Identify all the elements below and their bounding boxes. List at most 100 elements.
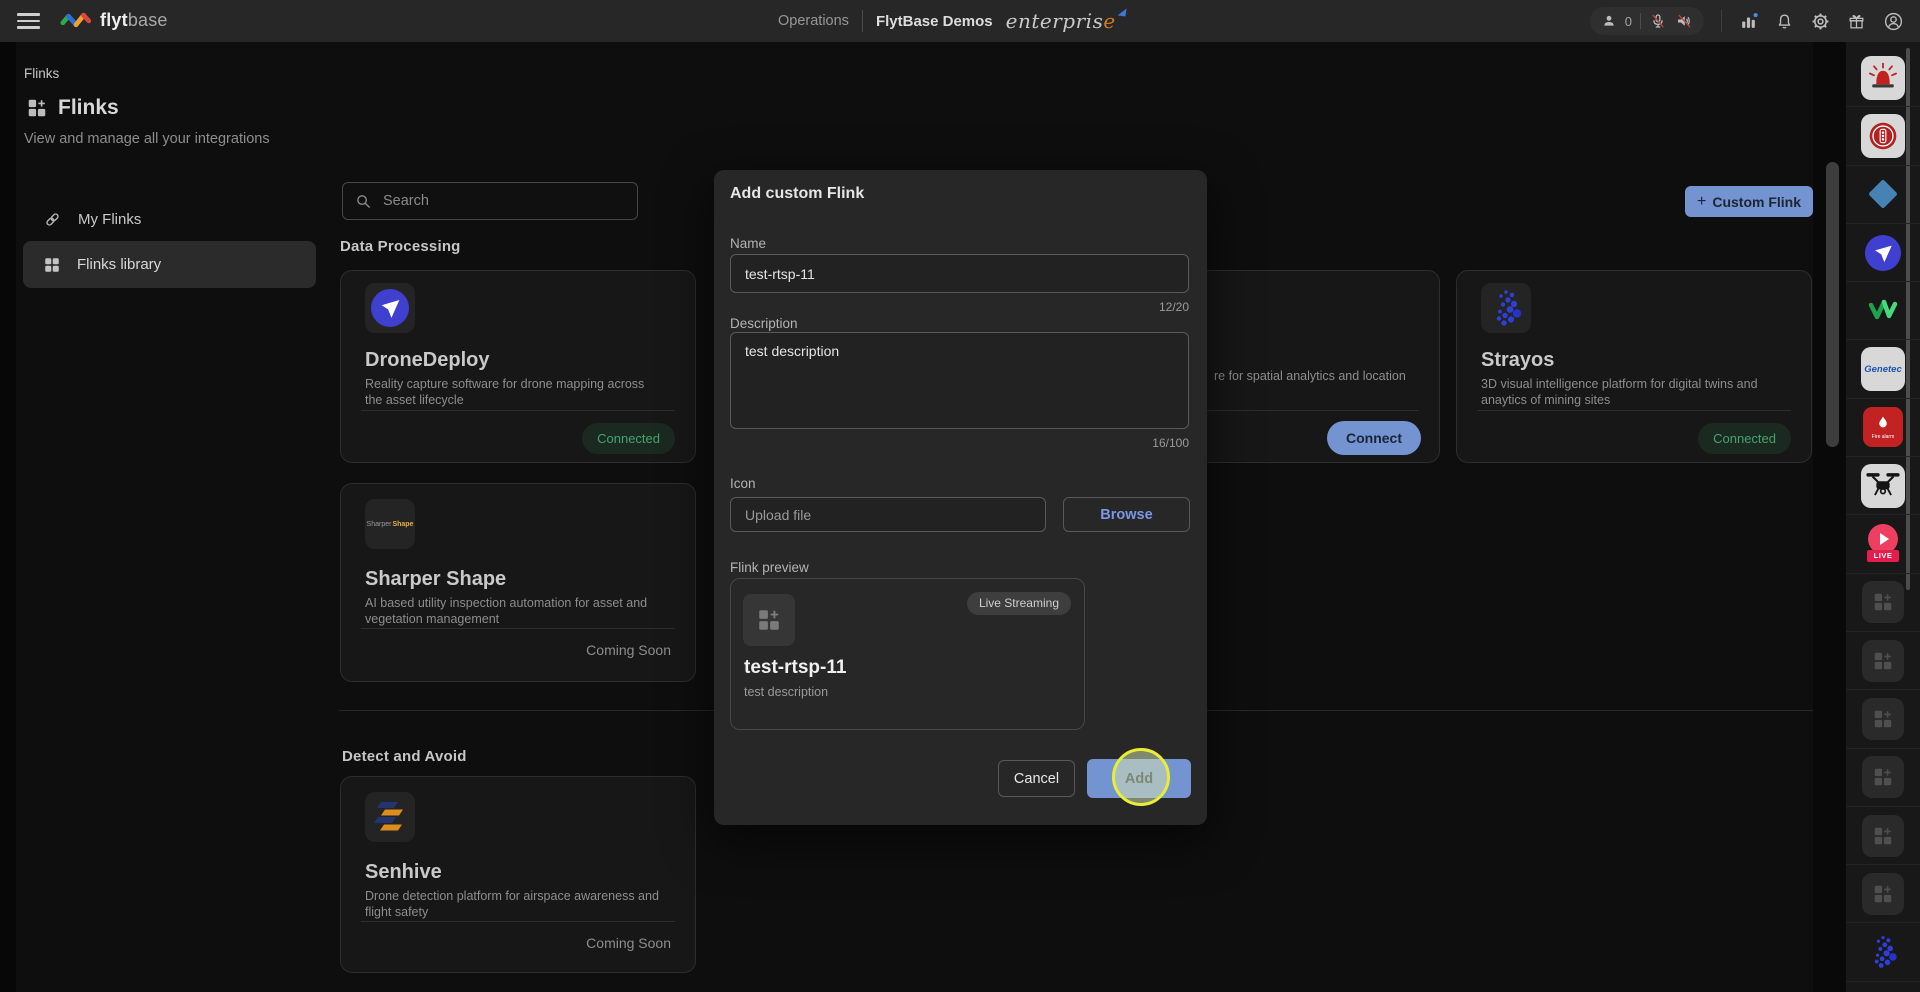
left-edge xyxy=(0,42,16,992)
dronedeploy-arrow-icon xyxy=(1869,239,1897,267)
activity-stats-icon[interactable] xyxy=(1739,12,1758,31)
card-description: 3D visual intelligence platform for digi… xyxy=(1481,376,1781,408)
card-title: DroneDeploy xyxy=(365,349,489,372)
app-icon-diamond[interactable] xyxy=(1846,166,1920,224)
description-field[interactable]: test description xyxy=(730,332,1189,429)
app-icon-drone[interactable] xyxy=(1846,457,1920,515)
cancel-button[interactable]: Cancel xyxy=(998,760,1075,797)
session-status-pill[interactable]: 0 xyxy=(1590,7,1704,35)
card-description-fragment: re for spatial analytics and location xyxy=(1214,369,1406,383)
menu-icon[interactable] xyxy=(17,13,40,29)
breadcrumb[interactable]: Flinks xyxy=(24,66,59,81)
plan-badge: enterprise xyxy=(1006,9,1127,33)
app-icon-live-stream[interactable]: LIVE xyxy=(1846,515,1920,573)
speaker-off-icon[interactable] xyxy=(1675,12,1693,30)
grid-plus-icon xyxy=(1872,591,1894,613)
quadcopter-icon xyxy=(1864,467,1902,505)
org-name[interactable]: FlytBase Demos xyxy=(876,13,993,30)
senhive-s-icon xyxy=(370,797,410,837)
app-icon-custom-placeholder[interactable] xyxy=(1846,574,1920,632)
brand-name: flytbase xyxy=(100,10,168,31)
browse-button[interactable]: Browse xyxy=(1063,497,1190,532)
dronedeploy-arrow-icon xyxy=(375,293,405,323)
search-box xyxy=(342,182,638,220)
flytbase-logo-icon xyxy=(60,8,94,32)
profile-avatar-icon[interactable] xyxy=(1883,11,1904,32)
name-field[interactable] xyxy=(730,254,1189,293)
description-char-counter: 16/100 xyxy=(1152,436,1189,450)
mic-off-icon[interactable] xyxy=(1649,12,1667,30)
preview-category-badge: Live Streaming xyxy=(967,592,1071,615)
app-icon-custom-placeholder[interactable] xyxy=(1846,690,1920,748)
app-icon-dronedeploy[interactable] xyxy=(1846,224,1920,282)
siren-icon xyxy=(1865,60,1901,96)
notifications-bell-icon[interactable] xyxy=(1775,12,1794,31)
main-scrollbar-thumb[interactable] xyxy=(1826,162,1839,447)
card-senhive[interactable]: Senhive Drone detection platform for air… xyxy=(340,776,696,973)
nav-separator xyxy=(1721,10,1722,32)
app-icon-green-logo[interactable] xyxy=(1846,282,1920,340)
grid-plus-icon xyxy=(1872,825,1894,847)
status-text: Coming Soon xyxy=(586,935,671,951)
section-heading-detect-avoid: Detect and Avoid xyxy=(342,748,467,765)
brand-logo[interactable]: flytbase xyxy=(60,8,168,32)
app-icon-strayos[interactable] xyxy=(1846,923,1920,981)
senhive-logo xyxy=(365,792,415,842)
settings-gear-icon[interactable] xyxy=(1811,12,1830,31)
genetec-logo-text: Genetec xyxy=(1864,364,1902,375)
card-description: Reality capture software for drone mappi… xyxy=(365,376,665,408)
grid-plus-icon xyxy=(756,607,782,633)
status-badge: Connected xyxy=(582,423,675,454)
nav-context-label[interactable]: Operations xyxy=(778,13,849,29)
app-root: flytbase Operations FlytBase Demos enter… xyxy=(0,0,1920,992)
viewers-icon xyxy=(1601,13,1617,29)
section-heading-data-processing: Data Processing xyxy=(340,238,461,255)
link-icon xyxy=(43,210,62,229)
card-title: Strayos xyxy=(1481,349,1554,372)
app-icon-custom-placeholder[interactable] xyxy=(1846,865,1920,923)
sidebar-item-flinks-library[interactable]: Flinks library xyxy=(23,241,316,288)
dronedeploy-logo xyxy=(365,283,415,333)
page-subtitle: View and manage all your integrations xyxy=(24,131,270,147)
card-strayos[interactable]: Strayos 3D visual intelligence platform … xyxy=(1456,270,1812,463)
sidebar-item-label: Flinks library xyxy=(77,256,161,273)
search-input[interactable] xyxy=(383,193,625,209)
sidebar-item-label: My Flinks xyxy=(78,211,141,228)
app-icon-fire-alarm[interactable]: Fire alarm xyxy=(1846,399,1920,457)
name-char-counter: 12/20 xyxy=(1159,300,1189,314)
app-icon-traffic-control[interactable] xyxy=(1846,107,1920,165)
live-label: LIVE xyxy=(1867,550,1899,562)
nav-actions: 0 xyxy=(1590,0,1904,42)
card-dronedeploy[interactable]: DroneDeploy Reality capture software for… xyxy=(340,270,696,463)
status-text: Coming Soon xyxy=(586,642,671,658)
status-badge: Connected xyxy=(1698,423,1791,454)
custom-flink-button[interactable]: + Custom Flink xyxy=(1685,186,1813,217)
modal-title: Add custom Flink xyxy=(730,185,864,203)
sharper-shape-logo: SharperShape xyxy=(365,499,415,549)
fire-alarm-label: Fire alarm xyxy=(1872,434,1895,440)
sidebar-item-my-flinks[interactable]: My Flinks xyxy=(23,196,316,243)
name-label: Name xyxy=(730,236,766,251)
whats-new-gift-icon[interactable] xyxy=(1847,12,1866,31)
card-description: AI based utility inspection automation f… xyxy=(365,595,665,627)
viewer-count: 0 xyxy=(1625,14,1632,29)
app-icon-custom-placeholder[interactable] xyxy=(1846,749,1920,807)
app-icon-custom-placeholder[interactable] xyxy=(1846,632,1920,690)
app-icon-siren[interactable] xyxy=(1846,49,1920,107)
add-custom-flink-modal: Add custom Flink Name 12/20 Description … xyxy=(714,170,1207,825)
grid-plus-icon xyxy=(1872,883,1894,905)
top-navbar: flytbase Operations FlytBase Demos enter… xyxy=(0,0,1920,42)
upload-file-field[interactable] xyxy=(730,497,1046,532)
flink-preview-label: Flink preview xyxy=(730,560,809,575)
app-icon-custom-placeholder[interactable] xyxy=(1846,807,1920,865)
add-button[interactable]: Add xyxy=(1087,759,1191,798)
card-title: Sharper Shape xyxy=(365,568,506,591)
preview-description: test description xyxy=(744,685,828,699)
traffic-light-icon xyxy=(1864,117,1902,155)
connect-button[interactable]: Connect xyxy=(1327,421,1421,455)
page-title: Flinks xyxy=(58,96,119,120)
app-icon-genetec[interactable]: Genetec xyxy=(1846,340,1920,398)
strayos-logo xyxy=(1481,283,1531,333)
grid-icon xyxy=(43,256,61,274)
card-sharper-shape[interactable]: SharperShape Sharper Shape AI based util… xyxy=(340,483,696,682)
